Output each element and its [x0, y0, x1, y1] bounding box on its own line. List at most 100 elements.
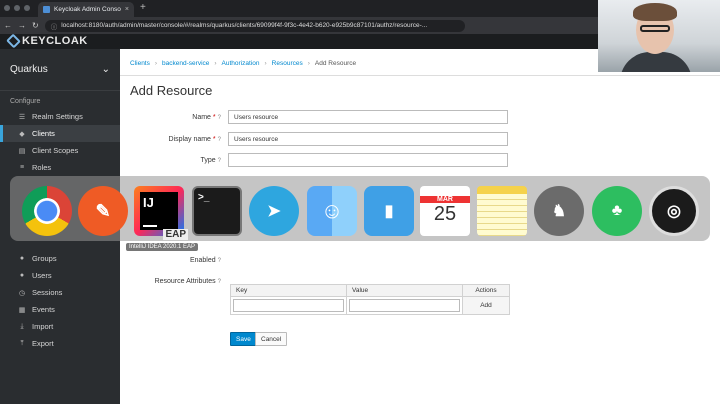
help-icon: ? [217, 257, 221, 264]
cancel-button[interactable]: Cancel [255, 332, 288, 346]
notes-app-icon[interactable] [477, 186, 527, 236]
finder-face-icon: ☺ [320, 198, 344, 223]
keycloak-favicon-icon [43, 6, 50, 13]
import-icon: ⤓ [20, 322, 24, 330]
sidebar-item-events[interactable]: ▦ Events [0, 301, 120, 318]
sidebar-item-client-scopes[interactable]: ▤ Client Scopes [0, 142, 120, 159]
finder-app-icon[interactable]: ☺ [307, 186, 357, 236]
forward-icon[interactable]: → [18, 21, 26, 30]
ij-text: IJ [143, 195, 154, 210]
paper-plane-icon: ➤ [267, 203, 281, 220]
terminal-prompt: >_ [198, 192, 210, 203]
breadcrumb-authorization[interactable]: Authorization [222, 60, 260, 67]
save-button[interactable]: Save [230, 332, 257, 346]
intellij-app-icon[interactable]: IJ EAP [134, 186, 188, 240]
telegram-app-icon[interactable]: ➤ [249, 186, 299, 236]
groups-icon: ● [19, 255, 25, 262]
keycloak-logo[interactable]: KEYCLOAK [6, 33, 88, 49]
dayone-app-icon[interactable]: ▮ [364, 186, 414, 236]
window-controls[interactable] [4, 5, 30, 11]
rocket-icon: ✎ [95, 200, 111, 221]
bookmark-icon: ▮ [384, 203, 394, 220]
logo-text: KEYCLOAK [22, 35, 88, 47]
breadcrumb-resources[interactable]: Resources [272, 60, 303, 67]
header-divider [120, 75, 720, 76]
breadcrumb-separator: › [307, 60, 310, 67]
sidebar-item-import[interactable]: ⤓ Import [0, 318, 120, 335]
glasses-icon [640, 25, 670, 32]
chrome-app-icon[interactable] [22, 186, 72, 236]
sidebar-item-groups[interactable]: ● Groups [0, 250, 120, 267]
eap-badge: EAP [163, 229, 188, 240]
name-input[interactable]: Users resource [228, 110, 508, 124]
breadcrumb-separator: › [264, 60, 267, 67]
type-input[interactable] [228, 153, 508, 167]
realm-selector[interactable]: Quarkus ⌄ [0, 49, 120, 91]
intellij-logo: IJ [140, 192, 178, 230]
browser-tab[interactable]: Keycloak Admin Console × [38, 2, 134, 17]
new-tab-button[interactable]: + [140, 2, 146, 14]
sidebar-item-label: Export [32, 339, 54, 348]
calendar-app-icon[interactable]: MAR 25 [420, 186, 470, 236]
person-body [620, 52, 692, 72]
help-icon: ? [217, 114, 221, 121]
evernote-app-icon[interactable]: ♣ [592, 186, 642, 236]
webcam-overlay [598, 0, 720, 72]
type-row: Type? [120, 153, 508, 167]
close-tab-icon[interactable]: × [125, 6, 129, 13]
terminal-app-icon[interactable]: >_ [192, 186, 242, 236]
page-title: Add Resource [130, 83, 213, 98]
sidebar-item-export[interactable]: ⤒ Export [0, 335, 120, 352]
section-configure: Configure [10, 98, 41, 105]
sidebar-item-users[interactable]: ● Users [0, 267, 120, 284]
person-hair [633, 3, 677, 21]
user-icon: ● [19, 272, 25, 279]
breadcrumb-backend-service[interactable]: backend-service [162, 60, 209, 67]
add-attribute-button[interactable]: Add [462, 296, 510, 315]
sidebar-item-label: Roles [32, 163, 52, 172]
display-name-label: Display name *? [168, 135, 221, 143]
display-name-input[interactable]: Users resource [228, 132, 508, 146]
calendar-month: MAR [420, 196, 470, 203]
sidebar-item-realm-settings[interactable]: ☰ Realm Settings [0, 108, 120, 125]
sidebar-item-label: Groups [32, 254, 57, 263]
mastodon-app-icon[interactable]: ♞ [534, 186, 584, 236]
obs-app-icon[interactable]: ◎ [649, 186, 699, 236]
sidebar-item-clients[interactable]: ◆ Clients [0, 125, 120, 142]
key-input[interactable] [233, 299, 344, 312]
url-text: localhost:8180/auth/admin/master/console… [61, 22, 428, 29]
sidebar-item-sessions[interactable]: ◷ Sessions [0, 284, 120, 301]
calendar-icon: ▦ [18, 306, 26, 314]
key-cell [230, 296, 347, 315]
calendar-day: 25 [433, 203, 457, 225]
enabled-label: Enabled? [189, 256, 221, 264]
sidebar-item-label: Users [32, 271, 52, 280]
value-input[interactable] [349, 299, 460, 312]
column-value: Value [346, 284, 463, 297]
help-icon: ? [217, 278, 221, 285]
sliders-icon: ☰ [18, 113, 26, 121]
attrs-row: Resource Attributes? [120, 274, 228, 288]
cube-icon: ◆ [19, 130, 25, 138]
help-icon: ? [217, 157, 221, 164]
chevron-down-icon: ⌄ [101, 64, 110, 75]
tab-title: Keycloak Admin Console [54, 6, 121, 13]
sidebar-item-label: Import [32, 322, 54, 331]
sidebar-item-label: Events [32, 305, 55, 314]
address-bar[interactable]: ⓘ localhost:8180/auth/admin/master/conso… [44, 19, 465, 32]
sidebar-item-label: Realm Settings [32, 112, 83, 121]
reload-icon[interactable]: ↻ [32, 21, 39, 30]
ij-underline [143, 225, 157, 227]
clock-icon: ◷ [18, 289, 26, 297]
keycloak-logo-icon [6, 33, 21, 49]
roles-icon: ≡ [19, 164, 25, 171]
postman-app-icon[interactable]: ✎ [78, 186, 128, 236]
breadcrumb-separator: › [154, 60, 158, 67]
back-icon[interactable]: ← [4, 21, 12, 30]
breadcrumb-separator: › [214, 60, 217, 67]
info-icon[interactable]: ⓘ [51, 21, 58, 31]
breadcrumb-current: Add Resource [314, 60, 357, 67]
evernote-elephant-icon: ♣ [611, 202, 623, 219]
breadcrumb-clients[interactable]: Clients [130, 60, 150, 67]
sidebar-item-roles[interactable]: ≡ Roles [0, 159, 120, 176]
